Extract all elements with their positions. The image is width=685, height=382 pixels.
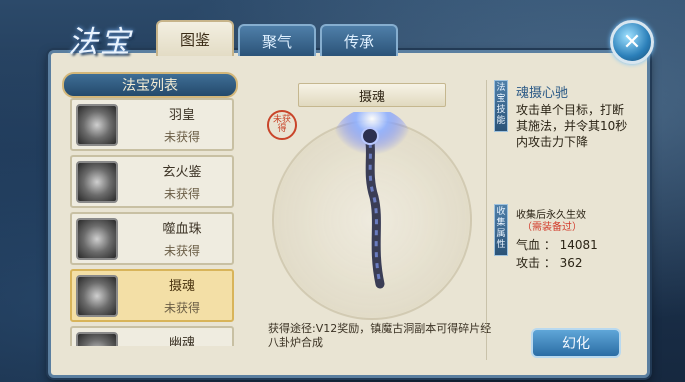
item-status: 未获得 bbox=[163, 244, 200, 258]
list-item-selected[interactable]: 摄魂 未获得 bbox=[70, 269, 234, 322]
staff-icon bbox=[76, 275, 118, 317]
item-name: 幽魂 bbox=[168, 336, 195, 346]
stat-hp: 气血 ： 14081 bbox=[516, 238, 598, 252]
transform-button[interactable]: 幻化 bbox=[531, 328, 621, 358]
skill-description: 攻击单个目标，打断其施法，并令其10秒内攻击力下降 bbox=[516, 103, 628, 149]
list-item[interactable]: 噬血珠 未获得 bbox=[70, 212, 234, 265]
skill-panel: 法宝技能 魂摄心驰 攻击单个目标，打断其施法，并令其10秒内攻击力下降 bbox=[494, 80, 632, 196]
list-item[interactable]: 幽魂 bbox=[70, 326, 234, 346]
item-status: 未获得 bbox=[163, 130, 200, 144]
close-icon: ✕ bbox=[622, 29, 642, 55]
swastika-orb-icon bbox=[76, 218, 118, 260]
skill-title: 魂摄心驰 bbox=[516, 86, 569, 101]
close-button[interactable]: ✕ bbox=[610, 20, 654, 64]
stat-attack: 攻击 ： 362 bbox=[516, 256, 583, 270]
mirror-disc-icon bbox=[76, 161, 118, 203]
feather-wing-icon bbox=[76, 104, 118, 146]
tab-chuancheng[interactable]: 传承 bbox=[320, 24, 398, 56]
staff-artwork bbox=[310, 108, 430, 302]
item-status: 未获得 bbox=[163, 301, 200, 315]
ghost-icon bbox=[76, 332, 118, 346]
window-title: 法宝 bbox=[50, 16, 150, 62]
list-item[interactable]: 玄火鉴 未获得 bbox=[70, 155, 234, 208]
tab-bar: 图鉴 聚气 传承 bbox=[156, 20, 398, 56]
skill-tag: 法宝技能 bbox=[494, 80, 508, 132]
tab-tujian[interactable]: 图鉴 bbox=[156, 20, 234, 56]
staff-icon bbox=[332, 108, 412, 289]
item-name: 羽皇 bbox=[168, 108, 195, 123]
collect-panel: 收集属性 收集后永久生效 （需装备过） 气血 ： 14081 攻击 ： 362 bbox=[494, 204, 632, 284]
list-header: 法宝列表 bbox=[62, 72, 238, 98]
unobtained-seal: 未获得 bbox=[267, 110, 297, 140]
item-name-bar: 摄魂 bbox=[298, 83, 446, 107]
obtain-method-text: 获得途径:V12奖励，镇魔古洞副本可得碎片经八卦炉合成 bbox=[268, 322, 492, 349]
item-name: 玄火鉴 bbox=[162, 165, 202, 180]
item-name: 噬血珠 bbox=[162, 222, 202, 237]
item-name: 摄魂 bbox=[168, 279, 195, 294]
collect-note: （需装备过） bbox=[522, 222, 582, 233]
treasure-list[interactable]: 羽皇 未获得 玄火鉴 未获得 噬血珠 未获得 摄魂 未获得 幽魂 bbox=[70, 98, 234, 346]
item-status: 未获得 bbox=[163, 187, 200, 201]
tab-juqi[interactable]: 聚气 bbox=[238, 24, 316, 56]
column-divider bbox=[486, 80, 487, 360]
collect-tag: 收集属性 bbox=[494, 204, 508, 256]
window-title-text: 法宝 bbox=[68, 25, 132, 60]
list-item[interactable]: 羽皇 未获得 bbox=[70, 98, 234, 151]
